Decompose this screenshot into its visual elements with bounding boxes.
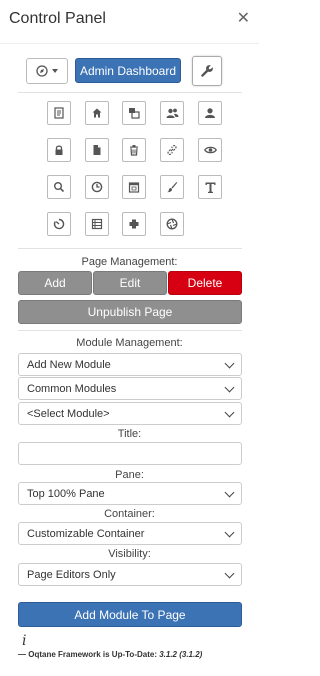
container-label: Container:	[104, 508, 155, 520]
container-select[interactable]: Customizable Container	[18, 522, 242, 545]
pane-label: Pane:	[115, 469, 144, 481]
chevron-down-icon	[224, 358, 235, 369]
calendar-button[interactable]	[122, 175, 146, 199]
site-settings-button[interactable]	[47, 101, 71, 125]
security-button[interactable]	[47, 138, 71, 162]
recycle-bin-button[interactable]	[122, 138, 146, 162]
search-button[interactable]	[47, 175, 71, 199]
module-action-select[interactable]: Add New Module	[18, 353, 242, 376]
aperture-icon	[166, 218, 178, 230]
pages-icon	[129, 108, 140, 119]
home-button[interactable]	[85, 101, 109, 125]
page-management-divider	[18, 330, 242, 331]
delete-page-button[interactable]: Delete	[168, 271, 242, 295]
unpublish-page-button[interactable]: Unpublish Page	[18, 300, 242, 324]
pane-select[interactable]: Top 100% Pane	[18, 482, 242, 505]
header-divider	[0, 43, 259, 44]
urls-button[interactable]	[160, 138, 184, 162]
calendar-icon	[128, 182, 140, 193]
languages-button[interactable]	[198, 175, 222, 199]
logs-button[interactable]	[85, 212, 109, 236]
pages-button[interactable]	[122, 101, 146, 125]
panel-header: Control Panel ✕	[0, 0, 259, 40]
plus-box-icon	[129, 219, 139, 229]
eye-icon	[203, 146, 217, 154]
module-management-label: Module Management:	[76, 337, 183, 349]
wrench-icon	[201, 65, 213, 77]
brush-icon	[167, 182, 178, 193]
container-value: Customizable Container	[27, 527, 145, 540]
framework-status-text: — Oqtane Framework is Up-To-Date:	[18, 650, 160, 659]
panel-title: Control Panel	[9, 10, 106, 27]
chevron-down-icon	[224, 382, 235, 393]
framework-status: — Oqtane Framework is Up-To-Date: 3.1.2 …	[18, 650, 202, 659]
pane-value: Top 100% Pane	[27, 487, 105, 500]
users-button[interactable]	[160, 101, 184, 125]
title-label: Title:	[117, 428, 142, 440]
page-management-label: Page Management:	[81, 256, 178, 268]
module-action-value: Add New Module	[27, 358, 111, 371]
clock-icon	[91, 181, 103, 193]
add-page-button[interactable]: Add	[18, 271, 92, 295]
chevron-down-icon	[224, 407, 235, 418]
visibility-button[interactable]	[198, 138, 222, 162]
control-toolbar: Admin Dashboard	[0, 55, 259, 87]
themes-button[interactable]	[160, 175, 184, 199]
info-icon: i	[22, 633, 27, 649]
site-settings-icon	[54, 107, 64, 119]
chevron-down-icon	[224, 568, 235, 579]
chevron-down-icon	[52, 69, 58, 73]
compass-icon	[36, 65, 48, 77]
link-icon	[167, 144, 177, 156]
close-icon[interactable]: ✕	[237, 10, 250, 28]
profile-icon	[205, 108, 215, 118]
modules-button[interactable]	[122, 212, 146, 236]
search-icon	[54, 182, 65, 193]
grid-divider	[18, 248, 242, 249]
lock-icon	[55, 145, 63, 155]
module-type-value: <Select Module>	[27, 407, 110, 420]
module-category-value: Common Modules	[27, 382, 117, 395]
page-actions-dropdown[interactable]	[26, 58, 68, 84]
admin-dashboard-button[interactable]: Admin Dashboard	[75, 58, 181, 83]
sql-button[interactable]	[160, 212, 184, 236]
chevron-down-icon	[224, 527, 235, 538]
module-type-select[interactable]: <Select Module>	[18, 402, 242, 425]
settings-button[interactable]	[192, 56, 222, 86]
jobs-button[interactable]	[85, 175, 109, 199]
module-category-select[interactable]: Common Modules	[18, 377, 242, 400]
users-icon	[166, 108, 178, 118]
recycle-bin-icon	[130, 145, 138, 156]
visibility-value: Page Editors Only	[27, 568, 116, 581]
files-button[interactable]	[85, 138, 109, 162]
toolbar-divider	[18, 92, 242, 93]
scheduler-button[interactable]	[47, 212, 71, 236]
list-icon	[91, 218, 103, 230]
edit-page-button[interactable]: Edit	[93, 271, 167, 295]
add-module-to-page-button[interactable]: Add Module To Page	[18, 602, 242, 627]
chevron-down-icon	[224, 487, 235, 498]
file-icon	[93, 145, 101, 155]
visibility-select[interactable]: Page Editors Only	[18, 563, 242, 586]
home-icon	[92, 108, 102, 118]
framework-version: 3.1.2 (3.1.2)	[159, 650, 203, 659]
title-input[interactable]	[18, 442, 242, 465]
visibility-label: Visibility:	[108, 548, 151, 560]
profile-button[interactable]	[198, 101, 222, 125]
text-icon	[205, 182, 215, 193]
timer-icon	[53, 218, 65, 230]
